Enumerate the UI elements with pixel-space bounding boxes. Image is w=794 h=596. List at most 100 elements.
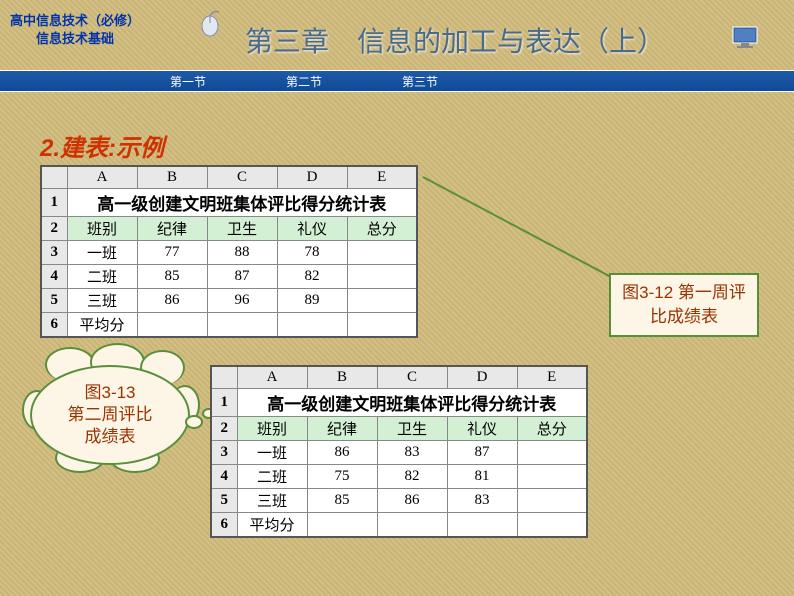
row-header: 3 (211, 440, 237, 464)
course-line1: 高中信息技术（必修） (10, 12, 140, 30)
course-label: 高中信息技术（必修） 信息技术基础 (10, 12, 140, 48)
spreadsheet-week1: A B C D E 1 高一级创建文明班集体评比得分统计表 2 班别 纪律 卫生… (40, 165, 418, 338)
row-header: 5 (211, 488, 237, 512)
nav-item-2[interactable]: 第二节 (286, 73, 322, 90)
header-cell: 卫生 (207, 216, 277, 240)
header-cell: 班别 (237, 416, 307, 440)
section-example: 示例 (116, 135, 164, 162)
header-cell: 班别 (67, 216, 137, 240)
col-header: A (67, 166, 137, 188)
data-cell (377, 512, 447, 537)
data-cell: 一班 (237, 440, 307, 464)
data-cell: 一班 (67, 240, 137, 264)
data-cell: 平均分 (237, 512, 307, 537)
data-cell (447, 512, 517, 537)
data-cell (347, 288, 417, 312)
cloud-line3: 成绩表 (68, 426, 153, 448)
data-cell: 96 (207, 288, 277, 312)
header-cell: 纪律 (307, 416, 377, 440)
data-cell (277, 312, 347, 337)
data-cell: 82 (277, 264, 347, 288)
mouse-icon (195, 8, 225, 43)
nav-item-1[interactable]: 第一节 (170, 73, 206, 90)
data-cell: 三班 (237, 488, 307, 512)
col-header: C (207, 166, 277, 188)
data-cell: 89 (277, 288, 347, 312)
data-cell: 75 (307, 464, 377, 488)
col-header: D (277, 166, 347, 188)
row-header: 4 (211, 464, 237, 488)
row-header: 6 (211, 512, 237, 537)
monitor-icon (731, 25, 759, 56)
data-cell: 81 (447, 464, 517, 488)
callout-connector (423, 176, 614, 279)
header-cell: 礼仪 (447, 416, 517, 440)
row-header: 2 (211, 416, 237, 440)
nav-bar: 第一节 第二节 第三节 (0, 70, 794, 92)
header-cell: 总分 (517, 416, 587, 440)
data-cell: 86 (137, 288, 207, 312)
data-cell (347, 312, 417, 337)
data-cell: 86 (307, 440, 377, 464)
callout-week1: 图3-12 第一周评比成绩表 (609, 273, 759, 337)
col-header: B (137, 166, 207, 188)
row-header: 1 (211, 388, 237, 416)
section-title: 2.建表:示例 (40, 128, 164, 163)
table-title: 高一级创建文明班集体评比得分统计表 (237, 388, 587, 416)
col-header: C (377, 366, 447, 388)
data-cell (137, 312, 207, 337)
row-header: 3 (41, 240, 67, 264)
data-cell (347, 264, 417, 288)
course-line2: 信息技术基础 (10, 30, 140, 48)
data-cell: 三班 (67, 288, 137, 312)
data-cell (347, 240, 417, 264)
cloud-line2: 第二周评比 (68, 404, 153, 426)
data-cell: 平均分 (67, 312, 137, 337)
cloud-line1: 图3-13 (68, 382, 153, 404)
data-cell: 83 (377, 440, 447, 464)
data-cell: 二班 (237, 464, 307, 488)
section-label: 建表: (60, 135, 116, 162)
data-cell: 85 (137, 264, 207, 288)
data-cell: 77 (137, 240, 207, 264)
row-header: 6 (41, 312, 67, 337)
data-cell: 83 (447, 488, 517, 512)
header-cell: 礼仪 (277, 216, 347, 240)
data-cell: 78 (277, 240, 347, 264)
cloud-text: 图3-13 第二周评比 成绩表 (68, 382, 153, 448)
cloud-dot-icon (185, 415, 203, 429)
data-cell: 87 (207, 264, 277, 288)
row-header: 5 (41, 288, 67, 312)
chapter-title: 第三章 信息的加工与表达（上） (245, 20, 665, 60)
header-cell: 纪律 (137, 216, 207, 240)
slide-header: 高中信息技术（必修） 信息技术基础 第三章 信息的加工与表达（上） (0, 0, 794, 70)
header-cell: 卫生 (377, 416, 447, 440)
table-title: 高一级创建文明班集体评比得分统计表 (67, 188, 417, 216)
data-cell: 87 (447, 440, 517, 464)
col-header: D (447, 366, 517, 388)
data-cell (207, 312, 277, 337)
data-cell: 82 (377, 464, 447, 488)
callout-text: 图3-12 第一周评比成绩表 (622, 283, 746, 326)
data-cell: 二班 (67, 264, 137, 288)
data-cell: 85 (307, 488, 377, 512)
data-cell (307, 512, 377, 537)
data-cell (517, 440, 587, 464)
corner-cell (211, 366, 237, 388)
header-cell: 总分 (347, 216, 417, 240)
row-header: 1 (41, 188, 67, 216)
col-header: B (307, 366, 377, 388)
data-cell (517, 488, 587, 512)
col-header: A (237, 366, 307, 388)
row-header: 2 (41, 216, 67, 240)
cloud-callout: 图3-13 第二周评比 成绩表 (30, 355, 200, 475)
spreadsheet-week2: A B C D E 1 高一级创建文明班集体评比得分统计表 2 班别 纪律 卫生… (210, 365, 588, 538)
nav-item-3[interactable]: 第三节 (402, 73, 438, 90)
data-cell (517, 464, 587, 488)
row-header: 4 (41, 264, 67, 288)
section-number: 2. (40, 135, 60, 162)
col-header: E (347, 166, 417, 188)
data-cell (517, 512, 587, 537)
data-cell: 86 (377, 488, 447, 512)
corner-cell (41, 166, 67, 188)
